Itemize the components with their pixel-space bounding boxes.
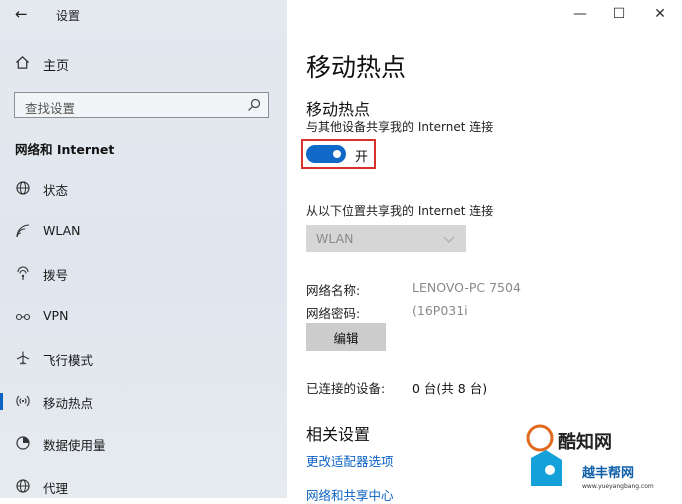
search-placeholder: 查找设置 — [25, 101, 76, 116]
watermark-text-secondary: 越丰帮网 — [582, 466, 635, 481]
sidebar-item-label: 移动热点 — [43, 396, 94, 411]
sidebar-item-dialup[interactable]: 拨号 — [0, 258, 287, 288]
airplane-icon — [15, 350, 31, 366]
globe-icon — [15, 180, 31, 196]
sidebar-item-label: 飞行模式 — [43, 353, 94, 368]
sidebar-item-vpn[interactable]: VPN — [0, 301, 287, 331]
sidebar-item-label: VPN — [43, 308, 69, 323]
page-title: 移动热点 — [306, 53, 407, 82]
share-from-label: 从以下位置共享我的 Internet 连接 — [306, 204, 494, 218]
data-usage-icon — [15, 435, 31, 451]
search-icon[interactable] — [246, 97, 262, 113]
watermark-text: 酷知网 — [558, 432, 612, 453]
change-adapter-options-link[interactable]: 更改适配器选项 — [306, 451, 394, 470]
sidebar-item-mobile-hotspot[interactable]: 移动热点 — [0, 386, 287, 416]
edit-button[interactable]: 编辑 — [306, 323, 386, 351]
sidebar-item-label: 拨号 — [43, 268, 69, 283]
watermark-url: www.yueyangbang.com — [582, 483, 654, 490]
share-from-value: WLAN — [316, 231, 354, 246]
sidebar-item-label: WLAN — [43, 223, 81, 238]
sidebar: ← 设置 主页 查找设置 网络和 Internet 状态 WLAN 拨号 VPN… — [0, 0, 287, 498]
related-settings-title: 相关设置 — [306, 425, 371, 444]
app-title: 设置 — [56, 9, 81, 23]
connected-devices-value: 0 台(共 8 台) — [412, 381, 488, 396]
toggle-state-label: 开 — [355, 150, 369, 165]
close-button[interactable]: ✕ — [650, 6, 670, 22]
network-name-label: 网络名称: — [306, 283, 361, 298]
section-title: 网络和 Internet — [15, 142, 115, 157]
back-arrow-icon[interactable]: ← — [15, 5, 28, 23]
sidebar-item-label: 数据使用量 — [43, 438, 106, 453]
vpn-icon — [15, 308, 31, 324]
sidebar-item-status[interactable]: 状态 — [0, 173, 287, 203]
hotspot-title: 移动热点 — [306, 100, 371, 119]
dialup-icon — [15, 265, 31, 281]
network-name-value: LENOVO-PC 7504 — [412, 280, 521, 295]
home-icon — [15, 55, 33, 74]
network-password-value: (16P031i — [412, 303, 468, 318]
sidebar-item-data-usage[interactable]: 数据使用量 — [0, 428, 287, 458]
search-input[interactable]: 查找设置 — [14, 92, 269, 118]
sidebar-item-wlan[interactable]: WLAN — [0, 216, 287, 246]
wifi-icon — [15, 223, 31, 239]
network-sharing-center-link[interactable]: 网络和共享中心 — [306, 485, 394, 504]
network-password-label: 网络密码: — [306, 306, 361, 321]
connected-devices-label: 已连接的设备: — [306, 381, 386, 396]
sidebar-item-label: 代理 — [43, 481, 69, 496]
toggle-knob — [333, 150, 341, 158]
share-from-select[interactable]: WLAN — [306, 225, 466, 252]
hotspot-toggle[interactable] — [306, 145, 346, 163]
chevron-down-icon — [442, 231, 456, 245]
sidebar-home[interactable]: 主页 — [15, 55, 70, 74]
minimize-button[interactable]: — — [570, 6, 590, 22]
share-description: 与其他设备共享我的 Internet 连接 — [306, 120, 494, 134]
maximize-button[interactable]: ☐ — [609, 6, 629, 22]
sidebar-item-label: 状态 — [43, 183, 69, 198]
hotspot-icon — [15, 393, 31, 409]
home-label: 主页 — [43, 58, 70, 74]
sidebar-item-proxy[interactable]: 代理 — [0, 471, 287, 501]
sidebar-item-airplane-mode[interactable]: 飞行模式 — [0, 343, 287, 373]
globe-icon — [15, 478, 31, 494]
